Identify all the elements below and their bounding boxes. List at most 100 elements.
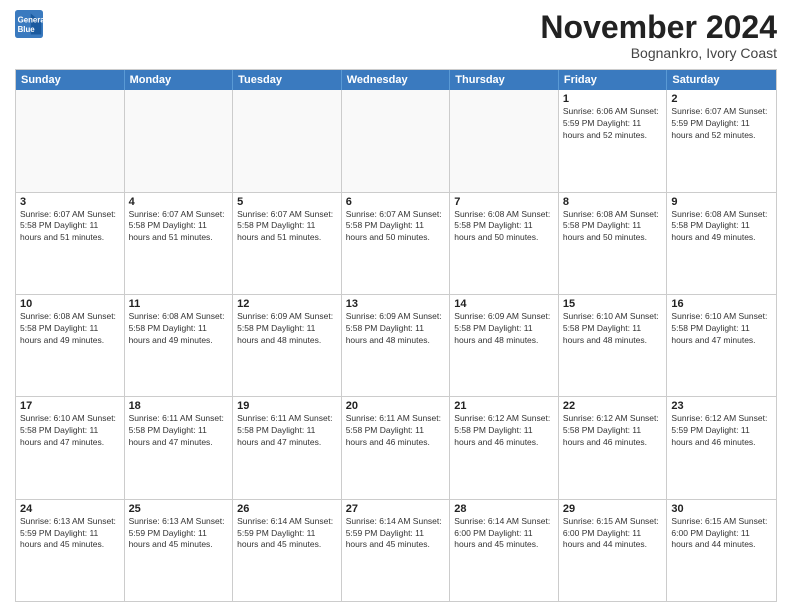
day-info: Sunrise: 6:09 AM Sunset: 5:58 PM Dayligh… bbox=[346, 311, 446, 347]
calendar-row: 1Sunrise: 6:06 AM Sunset: 5:59 PM Daylig… bbox=[16, 90, 776, 191]
calendar-body: 1Sunrise: 6:06 AM Sunset: 5:59 PM Daylig… bbox=[16, 90, 776, 601]
calendar-cell: 7Sunrise: 6:08 AM Sunset: 5:58 PM Daylig… bbox=[450, 193, 559, 294]
calendar-cell: 12Sunrise: 6:09 AM Sunset: 5:58 PM Dayli… bbox=[233, 295, 342, 396]
calendar-cell: 27Sunrise: 6:14 AM Sunset: 5:59 PM Dayli… bbox=[342, 500, 451, 601]
day-info: Sunrise: 6:08 AM Sunset: 5:58 PM Dayligh… bbox=[129, 311, 229, 347]
calendar-cell: 6Sunrise: 6:07 AM Sunset: 5:58 PM Daylig… bbox=[342, 193, 451, 294]
day-number: 11 bbox=[129, 298, 229, 310]
day-info: Sunrise: 6:14 AM Sunset: 5:59 PM Dayligh… bbox=[346, 516, 446, 552]
calendar-cell: 17Sunrise: 6:10 AM Sunset: 5:58 PM Dayli… bbox=[16, 397, 125, 498]
calendar-cell: 11Sunrise: 6:08 AM Sunset: 5:58 PM Dayli… bbox=[125, 295, 234, 396]
day-info: Sunrise: 6:07 AM Sunset: 5:58 PM Dayligh… bbox=[20, 209, 120, 245]
day-info: Sunrise: 6:07 AM Sunset: 5:58 PM Dayligh… bbox=[237, 209, 337, 245]
day-info: Sunrise: 6:06 AM Sunset: 5:59 PM Dayligh… bbox=[563, 106, 663, 142]
calendar-cell: 5Sunrise: 6:07 AM Sunset: 5:58 PM Daylig… bbox=[233, 193, 342, 294]
day-info: Sunrise: 6:13 AM Sunset: 5:59 PM Dayligh… bbox=[129, 516, 229, 552]
day-info: Sunrise: 6:12 AM Sunset: 5:58 PM Dayligh… bbox=[454, 413, 554, 449]
calendar-cell: 1Sunrise: 6:06 AM Sunset: 5:59 PM Daylig… bbox=[559, 90, 668, 191]
day-number: 12 bbox=[237, 298, 337, 310]
day-info: Sunrise: 6:08 AM Sunset: 5:58 PM Dayligh… bbox=[454, 209, 554, 245]
day-number: 16 bbox=[671, 298, 772, 310]
day-number: 21 bbox=[454, 400, 554, 412]
header: General Blue November 2024 Bognankro, Iv… bbox=[15, 10, 777, 61]
page: General Blue November 2024 Bognankro, Iv… bbox=[0, 0, 792, 612]
day-number: 15 bbox=[563, 298, 663, 310]
day-number: 9 bbox=[671, 196, 772, 208]
svg-text:Blue: Blue bbox=[18, 25, 36, 34]
day-info: Sunrise: 6:15 AM Sunset: 6:00 PM Dayligh… bbox=[671, 516, 772, 552]
day-info: Sunrise: 6:11 AM Sunset: 5:58 PM Dayligh… bbox=[129, 413, 229, 449]
day-number: 27 bbox=[346, 503, 446, 515]
calendar-cell: 28Sunrise: 6:14 AM Sunset: 6:00 PM Dayli… bbox=[450, 500, 559, 601]
day-number: 25 bbox=[129, 503, 229, 515]
weekday-header: Saturday bbox=[667, 70, 776, 90]
calendar-header: SundayMondayTuesdayWednesdayThursdayFrid… bbox=[16, 70, 776, 90]
day-info: Sunrise: 6:10 AM Sunset: 5:58 PM Dayligh… bbox=[20, 413, 120, 449]
day-info: Sunrise: 6:12 AM Sunset: 5:58 PM Dayligh… bbox=[563, 413, 663, 449]
calendar-cell: 4Sunrise: 6:07 AM Sunset: 5:58 PM Daylig… bbox=[125, 193, 234, 294]
day-info: Sunrise: 6:15 AM Sunset: 6:00 PM Dayligh… bbox=[563, 516, 663, 552]
calendar-cell bbox=[342, 90, 451, 191]
day-number: 22 bbox=[563, 400, 663, 412]
weekday-header: Thursday bbox=[450, 70, 559, 90]
day-number: 7 bbox=[454, 196, 554, 208]
day-info: Sunrise: 6:10 AM Sunset: 5:58 PM Dayligh… bbox=[671, 311, 772, 347]
calendar-cell: 26Sunrise: 6:14 AM Sunset: 5:59 PM Dayli… bbox=[233, 500, 342, 601]
calendar-cell: 3Sunrise: 6:07 AM Sunset: 5:58 PM Daylig… bbox=[16, 193, 125, 294]
calendar-cell: 20Sunrise: 6:11 AM Sunset: 5:58 PM Dayli… bbox=[342, 397, 451, 498]
day-number: 4 bbox=[129, 196, 229, 208]
day-info: Sunrise: 6:07 AM Sunset: 5:58 PM Dayligh… bbox=[346, 209, 446, 245]
title-block: November 2024 Bognankro, Ivory Coast bbox=[540, 10, 777, 61]
calendar-cell: 8Sunrise: 6:08 AM Sunset: 5:58 PM Daylig… bbox=[559, 193, 668, 294]
day-number: 14 bbox=[454, 298, 554, 310]
day-number: 18 bbox=[129, 400, 229, 412]
weekday-header: Sunday bbox=[16, 70, 125, 90]
day-number: 3 bbox=[20, 196, 120, 208]
day-number: 20 bbox=[346, 400, 446, 412]
calendar-cell bbox=[16, 90, 125, 191]
calendar-cell: 21Sunrise: 6:12 AM Sunset: 5:58 PM Dayli… bbox=[450, 397, 559, 498]
day-info: Sunrise: 6:09 AM Sunset: 5:58 PM Dayligh… bbox=[454, 311, 554, 347]
calendar-cell bbox=[450, 90, 559, 191]
month-title: November 2024 bbox=[540, 10, 777, 45]
calendar-cell: 18Sunrise: 6:11 AM Sunset: 5:58 PM Dayli… bbox=[125, 397, 234, 498]
day-info: Sunrise: 6:11 AM Sunset: 5:58 PM Dayligh… bbox=[346, 413, 446, 449]
day-number: 6 bbox=[346, 196, 446, 208]
calendar-cell: 30Sunrise: 6:15 AM Sunset: 6:00 PM Dayli… bbox=[667, 500, 776, 601]
weekday-header: Tuesday bbox=[233, 70, 342, 90]
calendar-cell: 9Sunrise: 6:08 AM Sunset: 5:58 PM Daylig… bbox=[667, 193, 776, 294]
calendar-cell: 29Sunrise: 6:15 AM Sunset: 6:00 PM Dayli… bbox=[559, 500, 668, 601]
weekday-header: Friday bbox=[559, 70, 668, 90]
day-number: 1 bbox=[563, 93, 663, 105]
day-number: 2 bbox=[671, 93, 772, 105]
day-info: Sunrise: 6:08 AM Sunset: 5:58 PM Dayligh… bbox=[20, 311, 120, 347]
day-info: Sunrise: 6:14 AM Sunset: 6:00 PM Dayligh… bbox=[454, 516, 554, 552]
weekday-header: Wednesday bbox=[342, 70, 451, 90]
day-number: 10 bbox=[20, 298, 120, 310]
svg-text:General: General bbox=[18, 15, 43, 24]
day-info: Sunrise: 6:08 AM Sunset: 5:58 PM Dayligh… bbox=[671, 209, 772, 245]
day-info: Sunrise: 6:11 AM Sunset: 5:58 PM Dayligh… bbox=[237, 413, 337, 449]
day-number: 13 bbox=[346, 298, 446, 310]
day-number: 5 bbox=[237, 196, 337, 208]
calendar-cell: 24Sunrise: 6:13 AM Sunset: 5:59 PM Dayli… bbox=[16, 500, 125, 601]
calendar-cell: 2Sunrise: 6:07 AM Sunset: 5:59 PM Daylig… bbox=[667, 90, 776, 191]
calendar-cell: 16Sunrise: 6:10 AM Sunset: 5:58 PM Dayli… bbox=[667, 295, 776, 396]
calendar-cell: 13Sunrise: 6:09 AM Sunset: 5:58 PM Dayli… bbox=[342, 295, 451, 396]
day-number: 23 bbox=[671, 400, 772, 412]
calendar: SundayMondayTuesdayWednesdayThursdayFrid… bbox=[15, 69, 777, 602]
calendar-cell: 10Sunrise: 6:08 AM Sunset: 5:58 PM Dayli… bbox=[16, 295, 125, 396]
day-number: 8 bbox=[563, 196, 663, 208]
day-info: Sunrise: 6:13 AM Sunset: 5:59 PM Dayligh… bbox=[20, 516, 120, 552]
calendar-cell bbox=[233, 90, 342, 191]
day-info: Sunrise: 6:08 AM Sunset: 5:58 PM Dayligh… bbox=[563, 209, 663, 245]
calendar-cell: 25Sunrise: 6:13 AM Sunset: 5:59 PM Dayli… bbox=[125, 500, 234, 601]
day-info: Sunrise: 6:10 AM Sunset: 5:58 PM Dayligh… bbox=[563, 311, 663, 347]
calendar-cell: 23Sunrise: 6:12 AM Sunset: 5:59 PM Dayli… bbox=[667, 397, 776, 498]
calendar-row: 3Sunrise: 6:07 AM Sunset: 5:58 PM Daylig… bbox=[16, 192, 776, 294]
day-number: 28 bbox=[454, 503, 554, 515]
day-info: Sunrise: 6:14 AM Sunset: 5:59 PM Dayligh… bbox=[237, 516, 337, 552]
day-number: 24 bbox=[20, 503, 120, 515]
day-info: Sunrise: 6:07 AM Sunset: 5:59 PM Dayligh… bbox=[671, 106, 772, 142]
calendar-cell: 14Sunrise: 6:09 AM Sunset: 5:58 PM Dayli… bbox=[450, 295, 559, 396]
